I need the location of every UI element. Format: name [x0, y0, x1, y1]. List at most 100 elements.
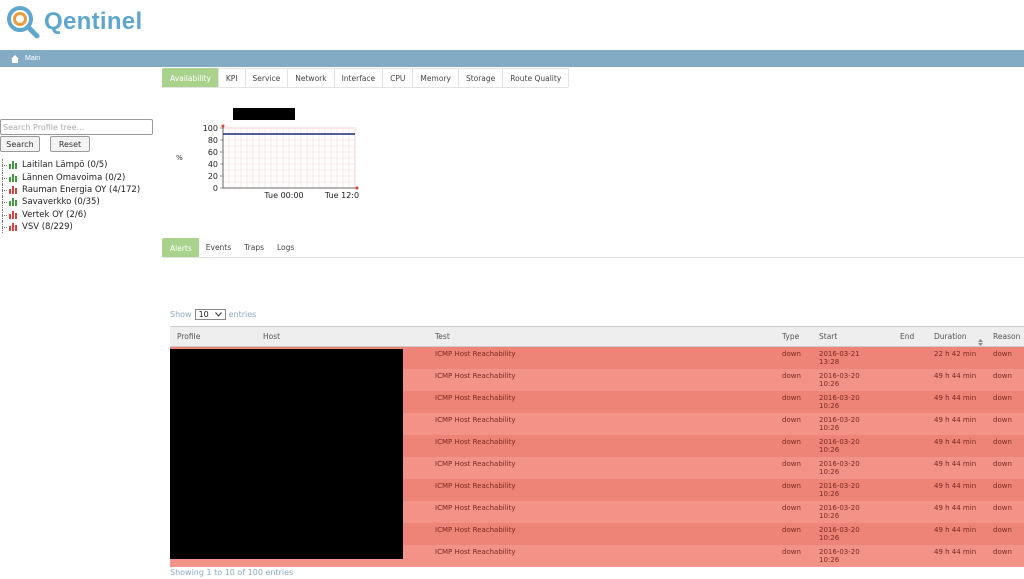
start-date-cell: 2016-03-20: [819, 460, 860, 468]
type-cell: down: [782, 482, 801, 490]
column-header-reason[interactable]: Reason: [993, 327, 1020, 346]
column-header-duration[interactable]: Duration: [934, 327, 967, 346]
magnifier-logo-icon: [6, 5, 40, 39]
tab-logs[interactable]: Logs: [270, 238, 302, 257]
start-date-cell: 2016-03-21: [819, 350, 860, 358]
tab-service[interactable]: Service: [244, 68, 289, 87]
type-cell: down: [782, 372, 801, 380]
profile-tree-search-input[interactable]: [0, 119, 153, 135]
home-icon[interactable]: [8, 52, 22, 66]
bar-chart-icon: [9, 223, 19, 232]
tab-events[interactable]: Events: [198, 238, 239, 257]
type-cell: down: [782, 504, 801, 512]
redacted-profile-host-area: [170, 349, 403, 559]
entries-per-page-select[interactable]: 10: [194, 309, 226, 320]
tree-item-label: Laitilan Lämpö (0/5): [22, 160, 108, 171]
chevron-down-icon: [214, 310, 222, 319]
tab-availability[interactable]: Availability: [162, 68, 219, 87]
tab-cpu[interactable]: CPU: [382, 68, 414, 87]
tab-network[interactable]: Network: [287, 68, 335, 87]
start-time-cell: 10:26: [819, 556, 840, 564]
search-button[interactable]: Search: [0, 136, 40, 152]
start-time-cell: 10:26: [819, 402, 840, 410]
tab-interface[interactable]: Interface: [333, 68, 384, 87]
start-time-cell: 10:26: [819, 468, 840, 476]
reason-cell: down: [993, 526, 1012, 534]
app-logo[interactable]: Qentinel: [6, 3, 142, 41]
test-cell: ICMP Host Reachability: [435, 394, 516, 402]
reason-cell: down: [993, 460, 1012, 468]
tree-item-label: Vertek OY (2/6): [22, 209, 87, 220]
y-tick-label: 20: [208, 172, 218, 181]
start-date-cell: 2016-03-20: [819, 548, 860, 556]
tab-alerts[interactable]: Alerts: [162, 238, 200, 257]
y-tick-label: 80: [208, 136, 218, 145]
tree-item[interactable]: Lännen Omavoima (0/2): [0, 171, 140, 184]
start-date-cell: 2016-03-20: [819, 504, 860, 512]
tab-route-quality[interactable]: Route Quality: [502, 68, 570, 87]
duration-cell: 49 h 44 min: [934, 548, 977, 556]
menu-main-link[interactable]: Main: [25, 55, 40, 62]
tab-kpi[interactable]: KPI: [217, 68, 246, 87]
column-header-host[interactable]: Host: [263, 327, 280, 346]
duration-cell: 49 h 44 min: [934, 372, 977, 380]
start-time-cell: 10:26: [819, 534, 840, 542]
table-header: Profile Host Test Type Start End Duration Reaso…: [170, 326, 1024, 347]
start-date-cell: 2016-03-20: [819, 394, 860, 402]
test-cell: ICMP Host Reachability: [435, 526, 516, 534]
start-time-cell: 10:26: [819, 512, 840, 520]
tab-memory[interactable]: Memory: [412, 68, 459, 87]
tree-item-label: Savaverkko (0/35): [22, 197, 100, 208]
duration-cell: 49 h 44 min: [934, 438, 977, 446]
start-time-cell: 13:28: [819, 358, 840, 366]
tree-item[interactable]: Vertek OY (2/6): [0, 208, 140, 221]
column-header-end[interactable]: End: [900, 327, 914, 346]
reason-cell: down: [993, 372, 1012, 380]
start-date-cell: 2016-03-20: [819, 372, 860, 380]
type-cell: down: [782, 526, 801, 534]
profile-tree: Laitilan Lämpö (0/5) Lännen Omavoima (0/2…: [0, 159, 141, 234]
duration-cell: 49 h 44 min: [934, 416, 977, 424]
tab-storage[interactable]: Storage: [457, 68, 504, 87]
tree-item[interactable]: Rauman Energia OY (4/172): [0, 183, 141, 196]
tree-item[interactable]: Laitilan Lämpö (0/5): [0, 159, 140, 172]
duration-cell: 49 h 44 min: [934, 526, 977, 534]
event-tabs: Alerts Events Traps Logs: [162, 238, 1024, 258]
start-date-cell: 2016-03-20: [819, 438, 860, 446]
tree-connector: [0, 208, 7, 221]
test-cell: ICMP Host Reachability: [435, 350, 516, 358]
entries-label: entries: [228, 310, 257, 319]
tree-connector: [0, 183, 7, 196]
start-date-cell: 2016-03-20: [819, 416, 860, 424]
show-entries-control: Show 10 entries: [170, 309, 256, 320]
availability-chart: 100 80 60 40 20 0 Tue 00:00 Tue 12:0: [203, 124, 359, 200]
duration-cell: 49 h 44 min: [934, 504, 977, 512]
table-info: Showing 1 to 10 of 100 entries: [170, 568, 294, 577]
tree-item[interactable]: VSV (8/229): [0, 221, 140, 234]
duration-cell: 49 h 44 min: [934, 482, 977, 490]
tree-item[interactable]: Savaverkko (0/35): [0, 196, 140, 209]
start-date-cell: 2016-03-20: [819, 526, 860, 534]
entries-per-page-value: 10: [198, 310, 209, 319]
test-cell: ICMP Host Reachability: [435, 416, 516, 424]
bar-chart-icon: [9, 198, 19, 207]
column-header-type[interactable]: Type: [782, 327, 799, 346]
start-time-cell: 10:26: [819, 446, 840, 454]
column-header-profile[interactable]: Profile: [177, 327, 200, 346]
tree-item-label: Rauman Energia OY (4/172): [22, 184, 141, 195]
tree-connector: [0, 196, 7, 209]
tree-item-label: Lännen Omavoima (0/2): [22, 172, 126, 183]
test-cell: ICMP Host Reachability: [435, 438, 516, 446]
test-cell: ICMP Host Reachability: [435, 460, 516, 468]
type-cell: down: [782, 416, 801, 424]
reason-cell: down: [993, 438, 1012, 446]
start-time-cell: 10:26: [819, 380, 840, 388]
start-time-cell: 10:26: [819, 490, 840, 498]
reset-button[interactable]: Reset: [50, 136, 90, 152]
tab-traps[interactable]: Traps: [237, 238, 271, 257]
column-header-start[interactable]: Start: [819, 327, 837, 346]
x-tick-label: Tue 12:0: [324, 191, 359, 200]
type-cell: down: [782, 350, 801, 358]
column-header-test[interactable]: Test: [435, 327, 450, 346]
bar-chart-icon: [9, 161, 19, 170]
